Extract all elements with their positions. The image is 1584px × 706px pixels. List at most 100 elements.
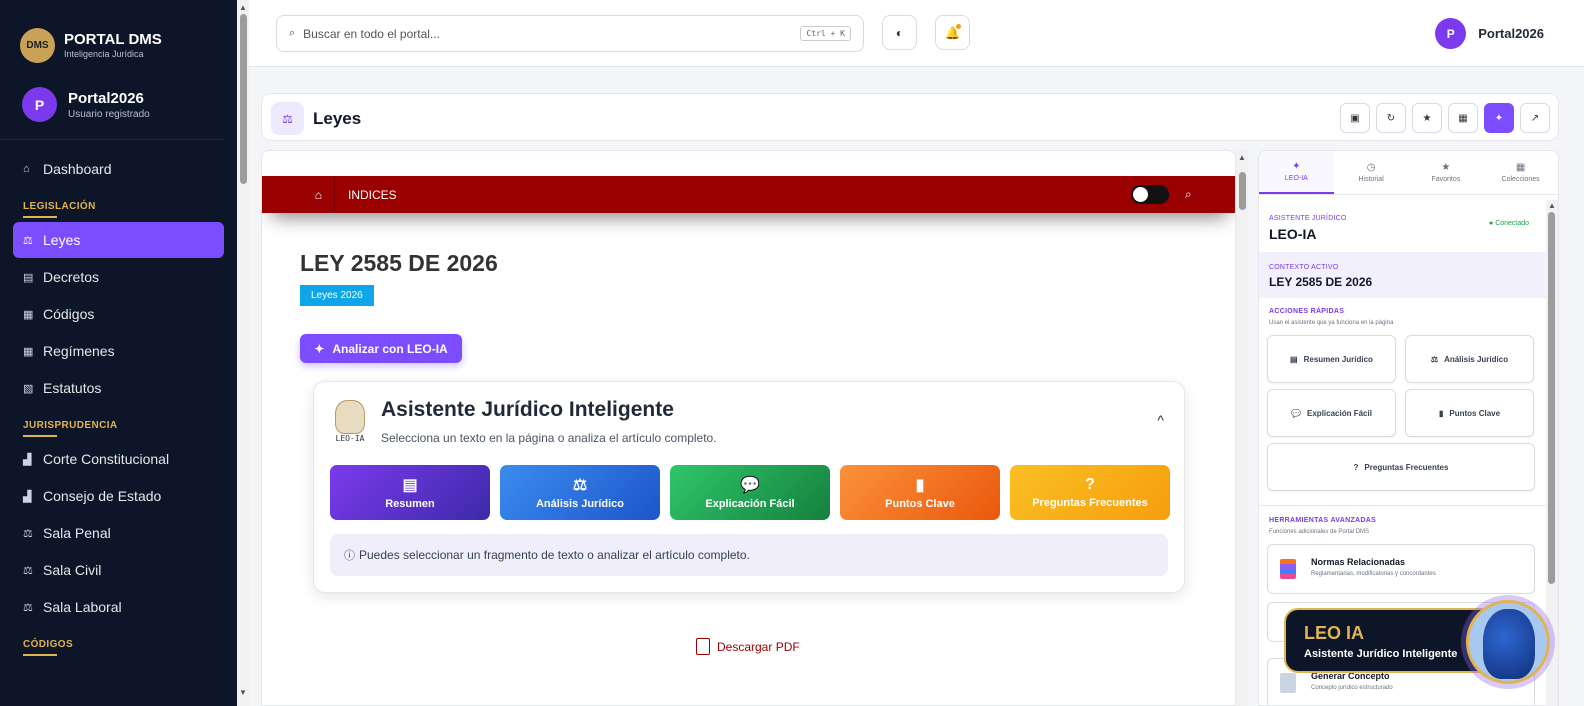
user-name: Portal2026: [68, 89, 144, 107]
quick-key-points-button[interactable]: ▮ Puntos Clave: [1405, 389, 1534, 437]
leo-avatar[interactable]: [1466, 600, 1550, 684]
tab-leo-ia[interactable]: ✦ LEO-IA: [1259, 151, 1334, 194]
sidebar-item-label: Códigos: [43, 306, 95, 322]
section-legislacion: LEGISLACIÓN: [23, 201, 237, 218]
tab-label: LEO-IA: [1284, 175, 1308, 182]
scroll-up-icon[interactable]: ▲: [1548, 201, 1556, 210]
brand[interactable]: DMS PORTAL DMS Inteligencia Jurídica: [0, 0, 237, 70]
faq-button[interactable]: ? Preguntas Frecuentes: [1010, 465, 1170, 520]
status-badge: ● Conectado: [1489, 220, 1529, 227]
easy-explanation-button[interactable]: 💬 Explicación Fácil: [670, 465, 830, 520]
scale-icon: ⚖: [23, 564, 33, 577]
download-pdf-link[interactable]: Descargar PDF: [696, 638, 800, 655]
sidebar-item-label: Estatutos: [43, 380, 102, 396]
user-menu[interactable]: P Portal2026: [1435, 18, 1544, 49]
sidebar-item-corte-constitucional[interactable]: ▟ Corte Constitucional: [13, 441, 224, 477]
search-placeholder: Buscar en todo el portal...: [303, 26, 440, 41]
document-icon: ▤: [1290, 354, 1298, 364]
quick-label: Explicación Fácil: [1307, 408, 1372, 418]
quick-label: Puntos Clave: [1449, 408, 1501, 418]
sidebar-item-decretos[interactable]: ▤ Decretos: [13, 259, 224, 295]
page-header: ⚖ Leyes ▣ ↻ ★ ▦ ✦ ↗: [261, 93, 1559, 141]
panel-scrollbar-thumb[interactable]: [1548, 212, 1555, 584]
collection-button[interactable]: ▦: [1448, 103, 1478, 133]
sidebar-item-leyes[interactable]: ⚖ Leyes: [13, 222, 224, 258]
open-external-button[interactable]: ↗: [1520, 103, 1550, 133]
indices-link[interactable]: INDICES: [348, 188, 397, 202]
leo-face-image: [1483, 609, 1535, 679]
document-scrollbar-thumb[interactable]: [1239, 172, 1246, 210]
status-text: Conectado: [1495, 220, 1530, 227]
ai-panel-button[interactable]: ✦: [1484, 103, 1514, 133]
chat-icon: 💬: [1291, 408, 1302, 418]
document-icon: [1280, 673, 1296, 693]
divider: [1259, 505, 1547, 506]
external-link-icon: ↗: [1530, 112, 1540, 124]
search-input[interactable]: ⌕ Buscar en todo el portal... Ctrl + K: [276, 15, 864, 52]
key-points-button[interactable]: ▮ Puntos Clave: [840, 465, 1000, 520]
table-icon: ▦: [1458, 112, 1468, 124]
sidebar-item-estatutos[interactable]: ▧ Estatutos: [13, 370, 224, 406]
sparkle-icon: ✦: [314, 341, 325, 356]
sidebar-item-consejo-de-estado[interactable]: ▟ Consejo de Estado: [13, 478, 224, 514]
quick-summary-button[interactable]: ▤ Resumen Jurídico: [1267, 335, 1396, 383]
quick-actions-title: ACCIONES RÁPIDAS: [1269, 308, 1345, 315]
quick-faq-button[interactable]: ? Preguntas Frecuentes: [1267, 443, 1535, 491]
books-icon: [1280, 559, 1296, 579]
avatar: P: [1435, 18, 1467, 49]
favorite-button[interactable]: ★: [1412, 103, 1442, 133]
dark-mode-toggle[interactable]: [1131, 185, 1169, 204]
brand-title: PORTAL DMS: [64, 31, 162, 48]
sidebar-item-sala-penal[interactable]: ⚖ Sala Penal: [13, 515, 224, 551]
floating-assistant-button[interactable]: LEO IA Asistente Jurídico Inteligente: [1284, 608, 1496, 673]
action-label: Puntos Clave: [885, 498, 955, 510]
sidebar-user[interactable]: P Portal2026 Usuario registrado: [0, 70, 225, 140]
home-button[interactable]: ⌂: [262, 176, 335, 213]
sidebar-item-label: Dashboard: [43, 161, 112, 177]
quick-analysis-button[interactable]: ⚖ Análisis Jurídico: [1405, 335, 1534, 383]
pdf-icon: [696, 638, 710, 655]
law-tag[interactable]: Leyes 2026: [300, 285, 374, 306]
chat-icon: 💬: [740, 477, 760, 494]
tab-colecciones[interactable]: ▦ Colecciones: [1483, 151, 1558, 194]
sidebar-item-label: Sala Civil: [43, 562, 102, 578]
quick-label: Preguntas Frecuentes: [1364, 462, 1449, 472]
scroll-down-icon[interactable]: ▼: [239, 688, 247, 697]
sidebar-scrollbar-thumb[interactable]: [240, 14, 247, 184]
leo-face-image: [335, 400, 365, 434]
bookmark-icon: ▮: [915, 477, 925, 494]
tab-favoritos[interactable]: ★ Favoritos: [1409, 151, 1484, 194]
scroll-up-icon[interactable]: ▲: [239, 3, 247, 12]
contrast-icon: ◐: [895, 25, 904, 40]
document-scrollbar[interactable]: [1236, 150, 1248, 706]
table-icon: ▦: [1515, 162, 1526, 173]
assistant-card: LEO-IA Asistente Jurídico Inteligente Se…: [313, 381, 1185, 593]
sidebar-item-sala-civil[interactable]: ⚖ Sala Civil: [13, 552, 224, 588]
sidebar-item-regimenes[interactable]: ▦ Regímenes: [13, 333, 224, 369]
topbar: ⌕ Buscar en todo el portal... Ctrl + K ◐…: [249, 0, 1584, 67]
scale-icon: ⚖: [23, 527, 33, 540]
quick-explanation-button[interactable]: 💬 Explicación Fácil: [1267, 389, 1396, 437]
tool-related-norms[interactable]: Normas Relacionadas Reglamentarias, modi…: [1267, 544, 1535, 594]
sidebar-item-label: Corte Constitucional: [43, 451, 170, 467]
refresh-button[interactable]: ↻: [1376, 103, 1406, 133]
tab-historial[interactable]: ◷ Historial: [1334, 151, 1409, 194]
fullscreen-button[interactable]: ▣: [1340, 103, 1370, 133]
legal-analysis-button[interactable]: ⚖ Análisis Jurídico: [500, 465, 660, 520]
assistant-actions: ▤ Resumen ⚖ Análisis Jurídico 💬 Explicación…: [330, 465, 1170, 520]
summary-button[interactable]: ▤ Resumen: [330, 465, 490, 520]
action-label: Resumen: [385, 498, 435, 510]
section-jurisprudencia: JURISPRUDENCIA: [23, 420, 237, 437]
notifications-button[interactable]: 🔔: [935, 15, 970, 50]
search-icon[interactable]: ⌕: [1185, 187, 1192, 202]
panel-tabs: ✦ LEO-IA ◷ Historial ★ Favoritos ▦ Coleccion…: [1259, 151, 1558, 195]
scroll-up-icon[interactable]: ▲: [1238, 153, 1246, 162]
sidebar-item-dashboard[interactable]: ⌂ Dashboard: [13, 151, 224, 187]
document-icon: ▤: [402, 477, 418, 494]
collapse-button[interactable]: ^: [1157, 412, 1164, 428]
theme-toggle-button[interactable]: ◐: [882, 15, 917, 50]
sidebar-item-sala-laboral[interactable]: ⚖ Sala Laboral: [13, 589, 224, 625]
action-label: Explicación Fácil: [705, 498, 795, 510]
sidebar-item-codigos[interactable]: ▦ Códigos: [13, 296, 224, 332]
analyze-button[interactable]: ✦ Analizar con LEO-IA: [300, 334, 462, 363]
